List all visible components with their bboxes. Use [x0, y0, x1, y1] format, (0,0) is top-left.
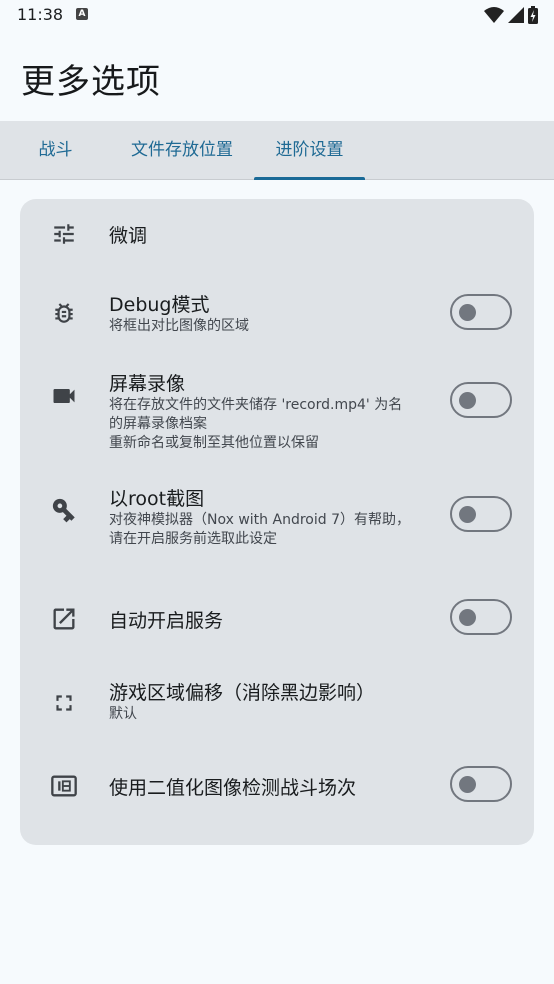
setting-subtitle: 将框出对比图像的区域	[109, 318, 249, 334]
tab-advanced-settings[interactable]: 进阶设置	[254, 121, 365, 179]
tab-bar: 战斗 文件存放位置 进阶设置	[0, 121, 554, 180]
settings-card: 微调 Debug模式 将框出对比图像的区域 屏幕录像 将在存放文件的文件夹储存 …	[20, 199, 534, 845]
tab-indicator	[254, 177, 365, 180]
setting-title: 以root截图	[109, 488, 205, 510]
setting-title: 屏幕录像	[109, 373, 186, 395]
toggle-thumb	[459, 303, 476, 321]
root-screenshot-toggle[interactable]	[450, 496, 512, 532]
toggle-thumb	[459, 505, 476, 523]
setting-binary-battle-detection[interactable]: 使用二值化图像检测战斗场次	[20, 754, 534, 824]
signal-icon	[508, 7, 524, 23]
debug-mode-toggle[interactable]	[450, 294, 512, 330]
setting-title: Debug模式	[109, 294, 210, 316]
page-title: 更多选项	[21, 62, 161, 102]
setting-debug-mode[interactable]: Debug模式 将框出对比图像的区域	[20, 277, 534, 349]
setting-fine-tune[interactable]: 微调	[20, 199, 534, 269]
setting-subtitle: 对夜神模拟器（Nox with Android 7）有帮助， 请在开启服务前选取…	[109, 512, 410, 547]
toggle-thumb	[459, 391, 476, 409]
battery-icon	[528, 6, 538, 24]
binary-battle-detection-toggle[interactable]	[450, 766, 512, 802]
status-bar: 11:38 A	[0, 0, 554, 32]
binary-icon	[50, 772, 78, 800]
setting-auto-start-service[interactable]: 自动开启服务	[20, 584, 534, 654]
open-in-new-icon	[50, 605, 78, 633]
key-icon	[50, 496, 78, 524]
toggle-thumb	[459, 608, 476, 626]
toggle-thumb	[459, 775, 476, 793]
auto-start-service-toggle[interactable]	[450, 599, 512, 635]
setting-root-screenshot[interactable]: 以root截图 对夜神模拟器（Nox with Android 7）有帮助， 请…	[20, 479, 534, 559]
setting-screen-recording[interactable]: 屏幕录像 将在存放文件的文件夹储存 'record.mp4' 为名 的屏幕录像档…	[20, 364, 534, 464]
videocam-icon	[50, 382, 78, 410]
setting-subtitle: 将在存放文件的文件夹储存 'record.mp4' 为名 的屏幕录像档案 重新命…	[109, 397, 403, 451]
setting-game-area-offset[interactable]: 游戏区域偏移（消除黑边影响） 默认	[20, 669, 534, 739]
setting-title: 自动开启服务	[109, 610, 224, 632]
fullscreen-icon	[50, 689, 78, 717]
notification-icon: A	[76, 8, 88, 20]
setting-subtitle: 默认	[109, 706, 137, 722]
setting-title: 微调	[109, 225, 148, 247]
status-icons	[484, 6, 538, 24]
setting-title: 使用二值化图像检测战斗场次	[109, 777, 357, 799]
setting-title: 游戏区域偏移（消除黑边影响）	[109, 682, 376, 704]
screen-recording-toggle[interactable]	[450, 382, 512, 418]
status-time: 11:38	[17, 5, 64, 24]
tune-icon	[50, 220, 78, 248]
wifi-icon	[484, 7, 504, 23]
tab-file-location[interactable]: 文件存放位置	[115, 121, 249, 179]
tab-battle[interactable]: 战斗	[0, 121, 111, 179]
bug-icon	[50, 299, 78, 327]
